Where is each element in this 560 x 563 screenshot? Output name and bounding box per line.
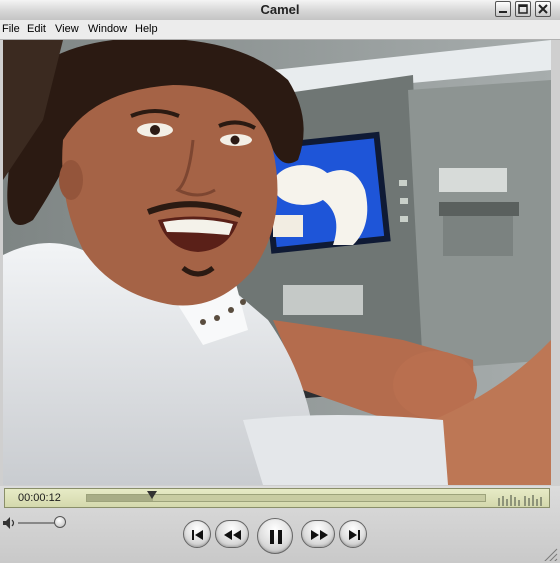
skip-forward-icon (349, 530, 360, 540)
pause-button[interactable] (257, 518, 293, 554)
go-to-start-button[interactable] (183, 520, 211, 548)
close-button[interactable] (535, 1, 551, 17)
menu-window[interactable]: Window (88, 23, 127, 35)
timeline-track[interactable] (86, 494, 486, 502)
video-frame (3, 40, 551, 485)
pause-icon (270, 530, 282, 544)
title-bar[interactable]: Camel (0, 0, 560, 21)
rewind-button[interactable] (215, 520, 249, 548)
playhead-marker[interactable] (147, 491, 157, 499)
go-to-end-button[interactable] (339, 520, 367, 548)
close-icon (538, 4, 548, 14)
time-display: 00:00:12 (18, 492, 61, 504)
fast-forward-icon (311, 530, 328, 540)
menu-file[interactable]: File (2, 23, 20, 35)
window-title: Camel (260, 2, 300, 17)
minimize-button[interactable] (495, 1, 511, 17)
fast-forward-button[interactable] (301, 520, 335, 548)
maximize-button[interactable] (515, 1, 531, 17)
volume-icon (3, 517, 15, 529)
resize-grip-icon[interactable] (540, 545, 558, 561)
skip-back-icon (192, 530, 203, 540)
minimize-icon (499, 11, 507, 13)
rewind-icon (224, 530, 241, 540)
player-window: Camel File Edit View Window Help 00:00:1… (0, 0, 560, 563)
video-area[interactable] (3, 40, 551, 485)
maximize-icon (518, 4, 528, 14)
menu-edit[interactable]: Edit (27, 23, 46, 35)
timeline-progress (87, 495, 153, 501)
menu-bar: File Edit View Window Help (0, 20, 560, 40)
menu-view[interactable]: View (55, 23, 79, 35)
audio-level-meter-icon (498, 495, 542, 506)
menu-help[interactable]: Help (135, 23, 158, 35)
